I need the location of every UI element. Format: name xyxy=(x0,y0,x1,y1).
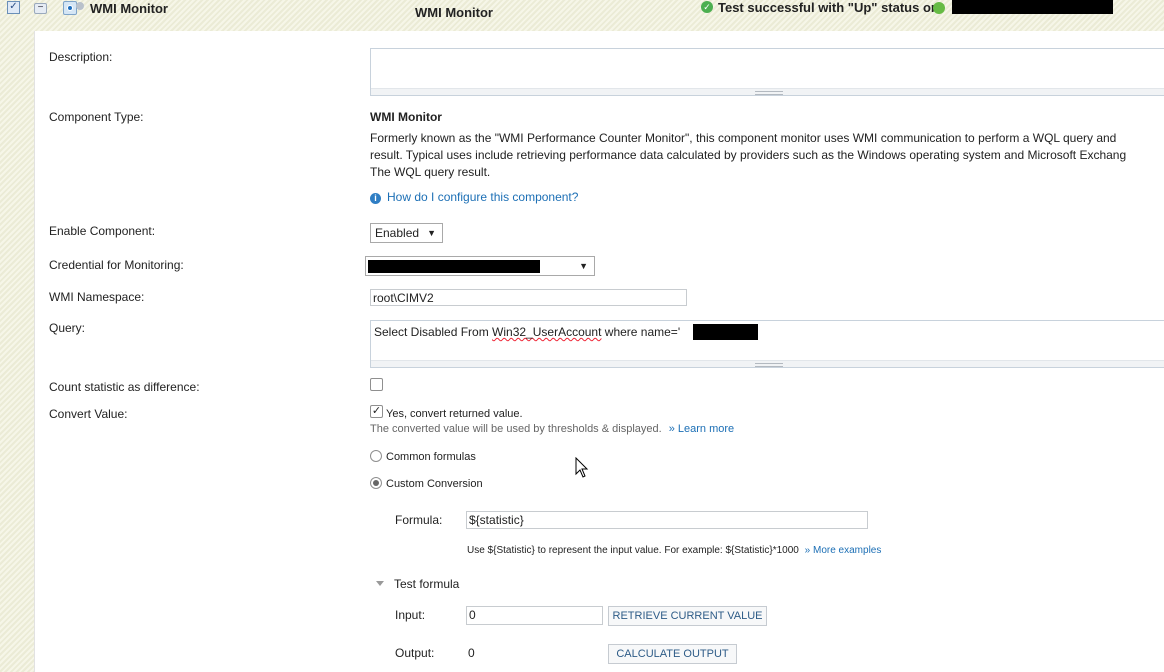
credential-label: Credential for Monitoring: xyxy=(49,258,184,272)
calculate-output-button[interactable]: CALCULATE OUTPUT xyxy=(608,644,737,664)
convert-note-row: The converted value will be used by thre… xyxy=(370,423,734,435)
component-header: ✓ − WMI Monitor WMI Monitor ✓ Test succe… xyxy=(0,0,1164,30)
component-title: WMI Monitor xyxy=(90,1,168,16)
query-suffix: where name=' xyxy=(601,325,681,339)
enable-component-label: Enable Component: xyxy=(49,224,156,238)
collapse-triangle-icon xyxy=(376,581,384,586)
info-icon: i xyxy=(370,193,381,204)
learn-more-link[interactable]: » Learn more xyxy=(669,423,734,435)
test-formula-toggle[interactable]: Test formula xyxy=(376,577,459,591)
common-formulas-label: Common formulas xyxy=(386,451,476,463)
wmi-namespace-label: WMI Namespace: xyxy=(49,290,145,304)
formula-hint: Use ${Statistic} to represent the input … xyxy=(467,545,799,556)
description-textarea[interactable] xyxy=(370,48,1164,96)
component-type-label: Component Type: xyxy=(49,110,144,124)
redacted-node-name xyxy=(952,0,1113,14)
convert-value-checkbox[interactable]: ✓ xyxy=(370,405,383,418)
test-input-field[interactable]: 0 xyxy=(466,606,603,625)
component-type-description: Formerly known as the "WMI Performance C… xyxy=(370,130,1164,181)
resize-grip-icon[interactable] xyxy=(371,88,1164,95)
retrieve-current-value-button[interactable]: RETRIEVE CURRENT VALUE xyxy=(608,606,767,626)
redacted-query-value xyxy=(693,324,758,340)
enable-component-select[interactable]: Enabled ▼ xyxy=(370,223,443,243)
node-status-icon xyxy=(933,2,945,14)
credential-select[interactable]: ▼ xyxy=(365,256,595,276)
component-type-desc-line: The WQL query result. xyxy=(370,165,491,179)
component-icon xyxy=(63,1,77,15)
dropdown-arrow-icon: ▼ xyxy=(579,261,588,271)
success-check-icon: ✓ xyxy=(701,1,713,13)
common-formulas-radio[interactable] xyxy=(370,450,382,462)
query-class: Win32_UserAccount xyxy=(492,325,602,339)
convert-value-label: Convert Value: xyxy=(49,407,128,421)
count-statistic-label: Count statistic as difference: xyxy=(49,380,200,394)
status-dot-icon xyxy=(76,2,84,10)
custom-conversion-label: Custom Conversion xyxy=(386,478,483,490)
query-textarea[interactable]: Select Disabled From Win32_UserAccount w… xyxy=(370,320,1164,368)
convert-note: The converted value will be used by thre… xyxy=(370,423,662,435)
custom-conversion-radio[interactable] xyxy=(370,477,382,489)
formula-hint-row: Use ${Statistic} to represent the input … xyxy=(467,545,881,556)
help-link[interactable]: How do I configure this component? xyxy=(387,190,578,204)
mouse-cursor-icon xyxy=(575,457,589,478)
output-value: 0 xyxy=(468,646,475,660)
input-label: Input: xyxy=(395,608,426,622)
collapse-icon[interactable]: − xyxy=(34,3,47,14)
resize-grip-icon[interactable] xyxy=(371,360,1164,367)
help-link-row: i How do I configure this component? xyxy=(370,190,578,204)
test-status-text: Test successful with "Up" status on xyxy=(718,0,939,15)
query-label: Query: xyxy=(49,321,86,335)
dropdown-arrow-icon: ▼ xyxy=(427,228,436,238)
description-label: Description: xyxy=(49,50,113,64)
query-text: Select Disabled From Win32_UserAccount w… xyxy=(374,325,680,339)
convert-value-checkbox-label: Yes, convert returned value. xyxy=(386,408,523,420)
component-type-desc-line: result. Typical uses include retrieving … xyxy=(370,148,1127,162)
more-examples-link[interactable]: » More examples xyxy=(805,545,882,556)
component-settings-panel: Description: Component Type: WMI Monitor… xyxy=(34,31,1164,672)
output-label: Output: xyxy=(395,646,435,660)
wmi-namespace-input[interactable]: root\CIMV2 xyxy=(370,289,687,306)
component-center-title: WMI Monitor xyxy=(415,5,493,20)
redacted-credential xyxy=(368,260,540,273)
query-prefix: Select Disabled From xyxy=(374,325,493,339)
component-type-name: WMI Monitor xyxy=(370,110,442,124)
component-type-desc-line: Formerly known as the "WMI Performance C… xyxy=(370,131,1117,145)
test-formula-label: Test formula xyxy=(394,577,460,591)
enable-component-value: Enabled xyxy=(375,226,420,240)
formula-input[interactable]: ${statistic} xyxy=(466,511,868,529)
count-statistic-checkbox[interactable] xyxy=(370,378,383,391)
select-checkbox[interactable]: ✓ xyxy=(7,1,20,14)
formula-label: Formula: xyxy=(395,513,443,527)
